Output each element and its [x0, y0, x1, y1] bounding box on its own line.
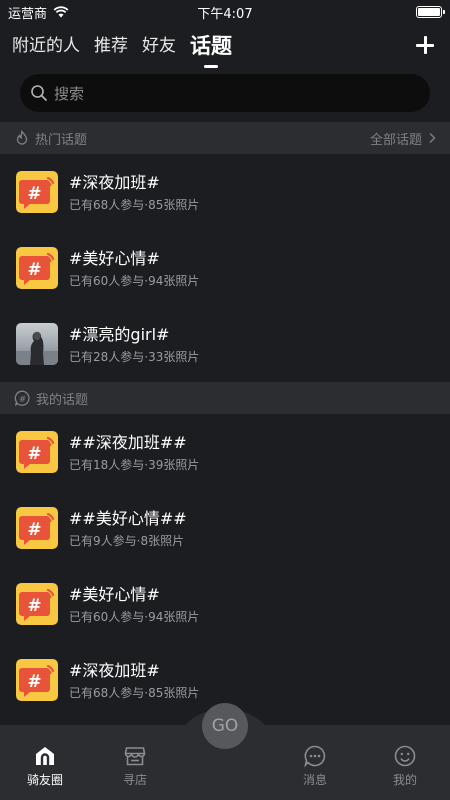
search-input[interactable]: 搜索 — [20, 74, 430, 112]
topic-icon: # — [16, 507, 58, 549]
plus-icon[interactable] — [412, 32, 438, 58]
hot-topics-header: 热门话题 全部话题 — [0, 122, 450, 154]
tab-label: 我的 — [392, 773, 417, 787]
topic-meta: 已有68人参与·85张照片 — [69, 197, 200, 212]
status-bar: 运营商 下午4:07 — [0, 0, 450, 24]
wifi-icon — [53, 6, 69, 18]
topic-title: #美好心情# — [69, 584, 160, 604]
search-wrap: 搜索 — [0, 68, 450, 122]
search-icon — [31, 85, 47, 101]
topic-meta: 已有60人参与·94张照片 — [69, 273, 200, 288]
hot-topics-title-group: 热门话题 — [14, 129, 87, 148]
nav-tabs: 附近的人 推荐 好友 话题 — [12, 32, 232, 60]
topic-title: #漂亮的girl# — [69, 324, 170, 344]
status-left: 运营商 — [8, 3, 69, 22]
topic-text: #美好心情# 已有60人参与·94张照片 — [69, 248, 199, 289]
svg-text:#: # — [27, 596, 41, 616]
hot-topic-item[interactable]: # #深夜加班# 已有68人参与·85张照片 — [0, 154, 450, 230]
carrier-label: 运营商 — [8, 6, 48, 22]
topic-meta: 已有68人参与·85张照片 — [69, 685, 200, 700]
my-topic-item[interactable]: # ##美好心情## 已有9人参与·8张照片 — [0, 490, 450, 566]
home-icon — [36, 747, 54, 765]
tab-find-shop[interactable]: 寻店 — [105, 744, 165, 788]
smiley-icon — [394, 745, 416, 767]
topic-meta: 已有9人参与·8张照片 — [69, 533, 185, 548]
my-topic-item[interactable]: # #美好心情# 已有60人参与·94张照片 — [0, 566, 450, 642]
topic-icon: # — [16, 247, 58, 289]
hot-topic-item[interactable]: #漂亮的girl# 已有28人参与·33张照片 — [0, 306, 450, 382]
topic-text: ##美好心情## 已有9人参与·8张照片 — [69, 508, 187, 549]
topic-icon: # — [16, 431, 58, 473]
topic-text: #深夜加班# 已有68人参与·85张照片 — [69, 172, 199, 213]
topic-title: #深夜加班# — [69, 660, 160, 680]
my-topics-title: 我的话题 — [36, 392, 89, 408]
hot-topic-item[interactable]: # #美好心情# 已有60人参与·94张照片 — [0, 230, 450, 306]
topic-meta: 已有60人参与·94张照片 — [69, 609, 200, 624]
svg-text:#: # — [27, 444, 41, 464]
topic-icon: # — [16, 171, 58, 213]
svg-text:#: # — [27, 260, 41, 280]
top-nav: 附近的人 推荐 好友 话题 — [0, 24, 450, 68]
flame-icon — [16, 130, 28, 145]
message-icon — [304, 745, 326, 768]
tab-topics[interactable]: 话题 — [190, 32, 232, 60]
topic-text: #美好心情# 已有60人参与·94张照片 — [69, 584, 199, 625]
topic-text: #漂亮的girl# 已有28人参与·33张照片 — [69, 324, 199, 365]
tab-label: 骑友圈 — [26, 773, 63, 787]
topic-text: ##深夜加班## 已有18人参与·39张照片 — [69, 432, 199, 473]
tab-label: 消息 — [302, 773, 327, 787]
tab-riders-circle[interactable]: 骑友圈 — [15, 744, 75, 788]
my-topics-title-group: # 我的话题 — [14, 389, 88, 408]
shop-icon — [124, 747, 146, 766]
svg-text:#: # — [27, 672, 41, 692]
topic-title: ##深夜加班## — [69, 432, 187, 452]
svg-text:#: # — [19, 394, 27, 404]
go-button[interactable]: GO — [202, 703, 248, 749]
my-topics-header: # 我的话题 — [0, 382, 450, 414]
tab-messages[interactable]: 消息 — [285, 744, 345, 788]
svg-text:#: # — [27, 520, 41, 540]
topic-icon: # — [16, 659, 58, 701]
search-placeholder: 搜索 — [54, 84, 85, 103]
my-topic-item[interactable]: # ##深夜加班## 已有18人参与·39张照片 — [0, 414, 450, 490]
topic-icon: # — [16, 583, 58, 625]
battery-icon — [416, 6, 445, 18]
tab-mine[interactable]: 我的 — [375, 744, 435, 788]
tab-friends[interactable]: 好友 — [142, 32, 176, 60]
bottom-tab-bar: 骑友圈 寻店 消息 我的 GO — [0, 703, 450, 800]
chevron-right-icon — [429, 133, 436, 143]
photo-thumbnail — [16, 323, 58, 365]
tab-recommend[interactable]: 推荐 — [94, 32, 128, 60]
topic-meta: 已有18人参与·39张照片 — [69, 457, 200, 472]
topic-text: #深夜加班# 已有68人参与·85张照片 — [69, 660, 199, 701]
all-topics-label: 全部话题 — [369, 132, 422, 148]
all-topics-link[interactable]: 全部话题 — [370, 129, 436, 148]
tab-nearby[interactable]: 附近的人 — [12, 32, 80, 60]
topic-title: #深夜加班# — [69, 172, 160, 192]
topic-title: ##美好心情## — [69, 508, 187, 528]
topic-meta: 已有28人参与·33张照片 — [69, 349, 200, 364]
hashtag-bubble-icon: # — [14, 390, 30, 406]
hot-topics-title: 热门话题 — [35, 132, 88, 148]
topic-title: #美好心情# — [69, 248, 160, 268]
svg-text:#: # — [27, 184, 41, 204]
tab-label: 寻店 — [122, 773, 147, 787]
